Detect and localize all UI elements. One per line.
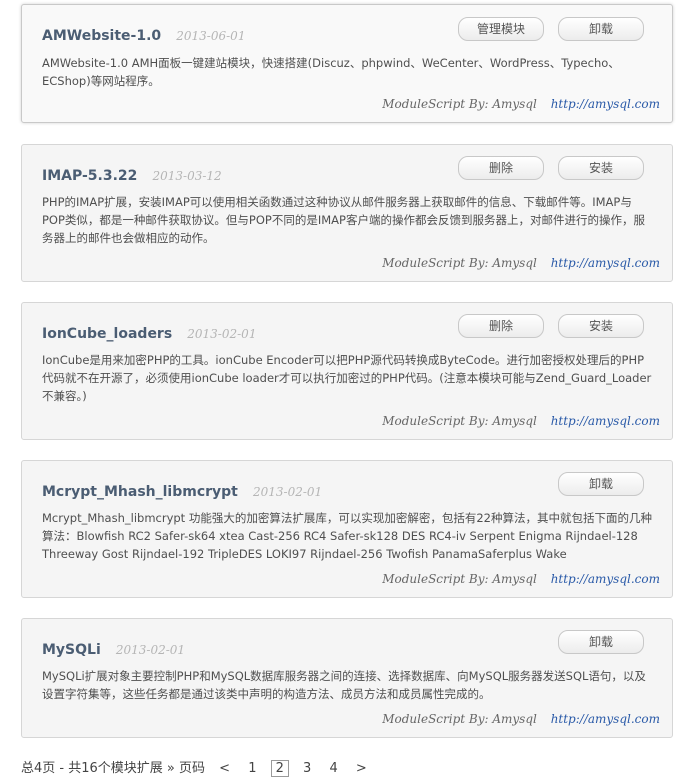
page-link-1[interactable]: 1 bbox=[244, 761, 260, 776]
module-card-ioncube: IonCube_loaders 2013-02-01 删除 安装 IonCube… bbox=[21, 302, 673, 440]
uninstall-button[interactable]: 卸载 bbox=[558, 472, 644, 496]
module-author: ModuleScript By: Amysql bbox=[382, 256, 537, 270]
module-card-imap: IMAP-5.3.22 2013-03-12 删除 安装 PHP的IMAP扩展，… bbox=[21, 144, 673, 282]
page-link-3[interactable]: 3 bbox=[299, 761, 315, 776]
module-header: AMWebsite-1.0 2013-06-01 bbox=[42, 25, 245, 44]
module-header: IMAP-5.3.22 2013-03-12 bbox=[42, 165, 222, 184]
module-name: Mcrypt_Mhash_libmcrypt bbox=[42, 484, 238, 500]
module-header: Mcrypt_Mhash_libmcrypt 2013-02-01 bbox=[42, 481, 322, 500]
manage-module-button[interactable]: 管理模块 bbox=[458, 17, 544, 41]
module-card-mysqli: MySQLi 2013-02-01 卸载 MySQLi扩展对象主要控制PHP和M… bbox=[21, 618, 673, 738]
module-description: Mcrypt_Mhash_libmcrypt 功能强大的加密算法扩展库，可以实现… bbox=[42, 511, 652, 561]
uninstall-button[interactable]: 卸载 bbox=[558, 630, 644, 654]
module-card-mcrypt: Mcrypt_Mhash_libmcrypt 2013-02-01 卸载 Mcr… bbox=[21, 460, 673, 598]
module-author: ModuleScript By: Amysql bbox=[382, 572, 537, 586]
module-date: 2013-03-12 bbox=[152, 169, 222, 183]
pagination-summary: 总4页 - 共16个模块扩展 » 页码 bbox=[21, 761, 205, 776]
module-date: 2013-02-01 bbox=[187, 327, 257, 341]
pagination: 总4页 - 共16个模块扩展 » 页码 < 1 2 3 4 > bbox=[21, 757, 371, 777]
delete-button[interactable]: 删除 bbox=[458, 156, 544, 180]
page-link-4[interactable]: 4 bbox=[325, 761, 341, 776]
module-header: IonCube_loaders 2013-02-01 bbox=[42, 323, 256, 342]
install-button[interactable]: 安装 bbox=[558, 156, 644, 180]
module-footer: ModuleScript By: Amysql http://amysql.co… bbox=[382, 256, 660, 270]
module-name: IMAP-5.3.22 bbox=[42, 168, 138, 184]
module-author-link[interactable]: http://amysql.com bbox=[551, 572, 660, 586]
module-footer: ModuleScript By: Amysql http://amysql.co… bbox=[382, 97, 660, 111]
module-date: 2013-02-01 bbox=[115, 643, 186, 657]
module-header: MySQLi 2013-02-01 bbox=[42, 639, 185, 658]
module-name: IonCube_loaders bbox=[42, 326, 173, 342]
module-author: ModuleScript By: Amysql bbox=[382, 712, 537, 726]
module-footer: ModuleScript By: Amysql http://amysql.co… bbox=[382, 572, 660, 586]
module-author-link[interactable]: http://amysql.com bbox=[551, 712, 660, 726]
module-author: ModuleScript By: Amysql bbox=[382, 97, 537, 111]
delete-button[interactable]: 删除 bbox=[458, 314, 544, 338]
module-name: AMWebsite-1.0 bbox=[42, 28, 162, 44]
module-author-link[interactable]: http://amysql.com bbox=[551, 414, 660, 428]
module-date: 2013-06-01 bbox=[176, 29, 246, 43]
module-description: PHP的IMAP扩展，安装IMAP可以使用相关函数通过这种协议从邮件服务器上获取… bbox=[42, 195, 645, 245]
next-page-link[interactable]: > bbox=[352, 761, 371, 776]
module-author: ModuleScript By: Amysql bbox=[382, 414, 537, 428]
page-link-current[interactable]: 2 bbox=[270, 760, 289, 777]
prev-page-link[interactable]: < bbox=[215, 761, 234, 776]
module-author-link[interactable]: http://amysql.com bbox=[551, 97, 660, 111]
uninstall-button[interactable]: 卸载 bbox=[558, 17, 644, 41]
module-footer: ModuleScript By: Amysql http://amysql.co… bbox=[382, 712, 660, 726]
module-description: AMWebsite-1.0 AMH面板一键建站模块，快速搭建(Discuz、ph… bbox=[42, 56, 620, 88]
install-button[interactable]: 安装 bbox=[558, 314, 644, 338]
module-name: MySQLi bbox=[42, 642, 101, 658]
module-card-amwebsite: AMWebsite-1.0 2013-06-01 管理模块 卸载 AMWebsi… bbox=[21, 4, 673, 123]
module-description: MySQLi扩展对象主要控制PHP和MySQL数据库服务器之间的连接、选择数据库… bbox=[42, 669, 646, 701]
module-footer: ModuleScript By: Amysql http://amysql.co… bbox=[382, 414, 660, 428]
module-date: 2013-02-01 bbox=[252, 485, 323, 499]
module-author-link[interactable]: http://amysql.com bbox=[551, 256, 660, 270]
module-description: IonCube是用来加密PHP的工具。ionCube Encoder可以把PHP… bbox=[42, 353, 652, 403]
